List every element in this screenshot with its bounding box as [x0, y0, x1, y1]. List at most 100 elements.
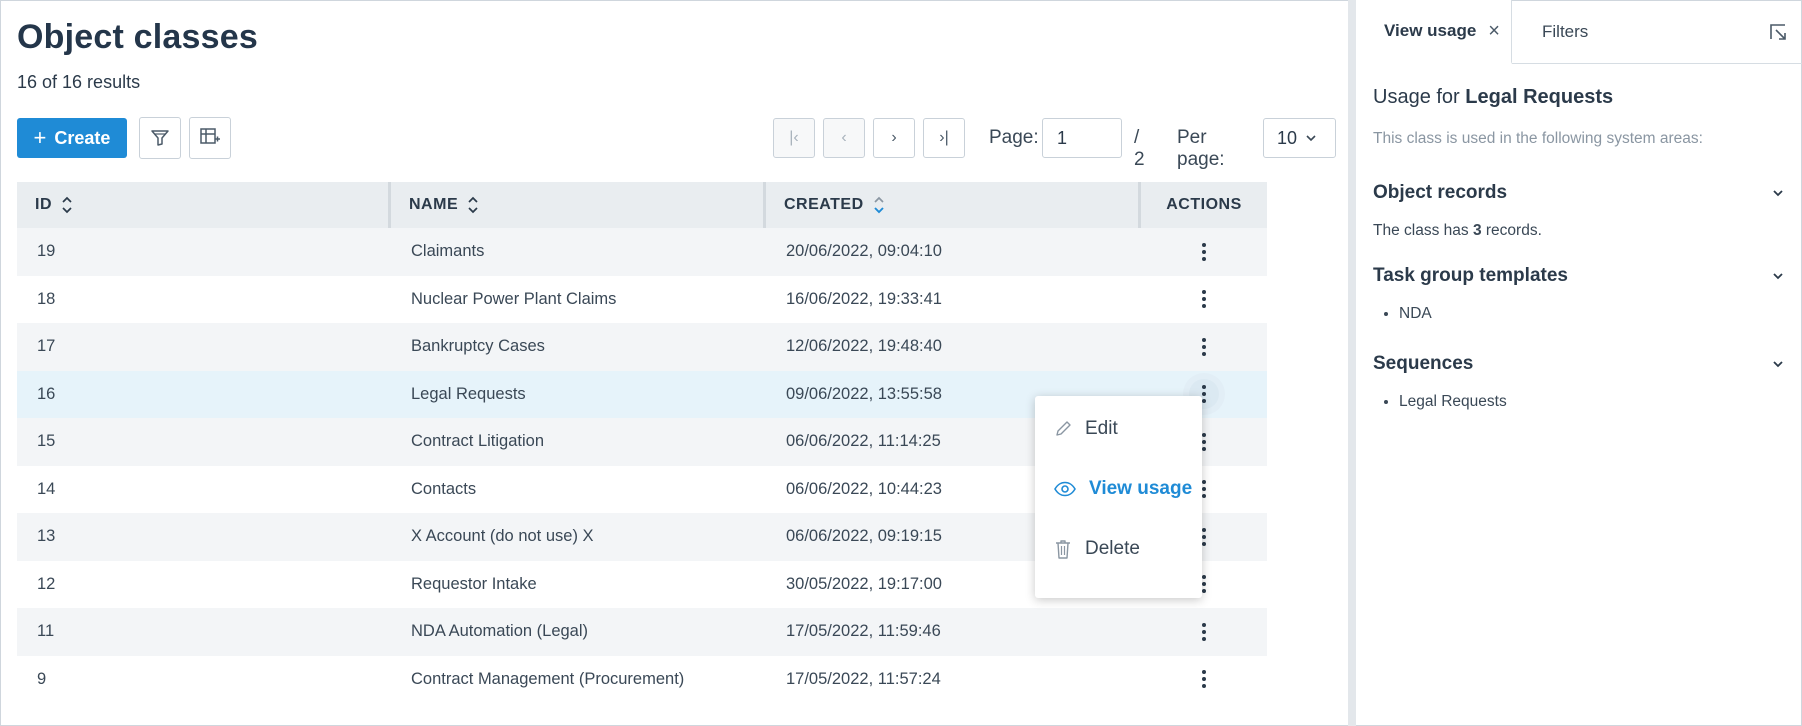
- usage-title: Usage for Legal Requests: [1373, 86, 1613, 109]
- cell-created: 12/06/2022, 19:48:40: [786, 337, 942, 356]
- last-page-icon: ›|: [939, 129, 949, 146]
- section-task-group-templates: Task group templates NDA: [1373, 265, 1785, 323]
- sort-icon: [468, 196, 478, 214]
- cell-name: Contract Litigation: [411, 432, 544, 451]
- collapse-panel-icon[interactable]: [1768, 22, 1788, 42]
- cell-name: Contacts: [411, 479, 477, 498]
- table-row[interactable]: 19 Claimants 20/06/2022, 09:04:10: [17, 228, 1267, 276]
- kebab-menu-icon[interactable]: [1189, 617, 1219, 647]
- page-input[interactable]: [1042, 118, 1122, 158]
- cell-actions: [1141, 332, 1267, 362]
- header-actions: ACTIONS: [1141, 182, 1267, 228]
- filter-icon: [151, 130, 169, 146]
- cell-name: Bankruptcy Cases: [411, 337, 545, 356]
- plus-icon: +: [33, 125, 47, 150]
- section-header[interactable]: Sequences: [1373, 353, 1785, 375]
- section-body: The class has 3 records.: [1373, 222, 1785, 240]
- first-page-icon: |‹: [789, 129, 799, 146]
- usage-prefix: Usage for: [1373, 86, 1460, 108]
- section-header[interactable]: Task group templates: [1373, 265, 1785, 287]
- section-title: Sequences: [1373, 353, 1474, 374]
- cell-id: 15: [37, 432, 56, 451]
- chevron-down-icon: [1306, 135, 1316, 142]
- cell-actions: [1141, 284, 1267, 314]
- section-title: Object records: [1373, 182, 1508, 203]
- cell-id: 13: [37, 527, 56, 546]
- panel-resizer[interactable]: [1348, 0, 1356, 726]
- menu-item-view-usage[interactable]: View usage: [1035, 462, 1202, 516]
- usage-subtitle: This class is used in the following syst…: [1373, 130, 1703, 147]
- table-row[interactable]: 17 Bankruptcy Cases 12/06/2022, 19:48:40: [17, 323, 1267, 371]
- kebab-menu-icon[interactable]: [1189, 237, 1219, 267]
- cell-created: 16/06/2022, 19:33:41: [786, 289, 942, 308]
- cell-id: 12: [37, 574, 56, 593]
- tab-filters[interactable]: Filters: [1542, 0, 1588, 63]
- list-item[interactable]: NDA: [1399, 305, 1785, 323]
- cell-id: 9: [37, 669, 47, 688]
- row-context-menu: Edit View usage Delete: [1035, 396, 1202, 598]
- first-page-button[interactable]: |‹: [773, 118, 815, 158]
- create-button[interactable]: + Create: [17, 118, 127, 158]
- table-row[interactable]: 9 Contract Management (Procurement) 17/0…: [17, 655, 1267, 703]
- chevron-right-icon: ›: [891, 129, 897, 146]
- cell-actions: [1141, 617, 1267, 647]
- header-id-label: ID: [35, 196, 52, 213]
- cell-name: Contract Management (Procurement): [411, 669, 685, 688]
- section-header[interactable]: Object records: [1373, 182, 1785, 204]
- list-item[interactable]: Legal Requests: [1399, 393, 1785, 411]
- kebab-menu-icon[interactable]: [1189, 664, 1219, 694]
- sort-active-icon: [873, 196, 884, 214]
- table-row[interactable]: 18 Nuclear Power Plant Claims 16/06/2022…: [17, 275, 1267, 323]
- section-object-records: Object records The class has 3 records.: [1373, 182, 1785, 240]
- header-created-label: CREATED: [784, 196, 864, 213]
- eye-icon: [1054, 481, 1076, 497]
- menu-item-label: View usage: [1089, 478, 1193, 499]
- records-count: 3: [1472, 222, 1482, 239]
- prev-page-button[interactable]: ‹: [823, 118, 865, 158]
- chevron-left-icon: ‹: [841, 129, 847, 146]
- close-icon[interactable]: ×: [1488, 20, 1500, 43]
- columns-button[interactable]: [189, 117, 231, 159]
- cell-actions: [1141, 664, 1267, 694]
- cell-name: Requestor Intake: [411, 574, 537, 593]
- tab-label: Filters: [1542, 21, 1589, 41]
- header-name[interactable]: NAME: [391, 182, 766, 228]
- menu-item-label: Edit: [1085, 418, 1118, 439]
- section-sequences: Sequences Legal Requests: [1373, 353, 1785, 411]
- trash-icon: [1056, 540, 1070, 559]
- cell-id: 11: [37, 622, 55, 641]
- total-pages: / 2: [1134, 127, 1145, 170]
- pencil-icon: [1056, 421, 1071, 436]
- next-page-button[interactable]: ›: [873, 118, 915, 158]
- table-header: ID NAME CREATED ACTIONS: [17, 182, 1267, 228]
- panel-tabs: View usage × Filters: [1356, 0, 1802, 64]
- chevron-down-icon: [1773, 273, 1783, 280]
- menu-item-label: Delete: [1085, 538, 1140, 559]
- menu-item-edit[interactable]: Edit: [1035, 402, 1202, 456]
- sort-icon: [62, 196, 72, 214]
- main-content: Object classes 16 of 16 results + Create…: [0, 0, 1348, 724]
- cell-id: 18: [37, 289, 56, 308]
- cell-id: 17: [37, 337, 56, 356]
- section-title: Task group templates: [1373, 265, 1568, 286]
- last-page-button[interactable]: ›|: [923, 118, 965, 158]
- kebab-menu-icon[interactable]: [1189, 332, 1219, 362]
- page-title: Object classes: [17, 18, 258, 56]
- kebab-menu-icon[interactable]: [1189, 284, 1219, 314]
- cell-id: 19: [37, 242, 56, 261]
- tab-view-usage[interactable]: View usage ×: [1356, 0, 1512, 64]
- chevron-down-icon: [1773, 361, 1783, 368]
- cell-created: 17/05/2022, 11:57:24: [786, 669, 941, 688]
- filter-button[interactable]: [139, 117, 181, 159]
- menu-item-delete[interactable]: Delete: [1035, 522, 1202, 576]
- cell-created: 17/05/2022, 11:59:46: [786, 622, 941, 641]
- header-created[interactable]: CREATED: [766, 182, 1141, 228]
- chevron-down-icon: [1773, 190, 1783, 197]
- header-id[interactable]: ID: [17, 182, 391, 228]
- per-page-select[interactable]: 10: [1263, 118, 1336, 158]
- side-panel: View usage × Filters Usage for Legal Req…: [1356, 0, 1802, 726]
- create-button-label: Create: [54, 127, 111, 148]
- table-row[interactable]: 11 NDA Automation (Legal) 17/05/2022, 11…: [17, 608, 1267, 656]
- results-count: 16 of 16 results: [17, 72, 141, 92]
- header-actions-label: ACTIONS: [1166, 196, 1242, 213]
